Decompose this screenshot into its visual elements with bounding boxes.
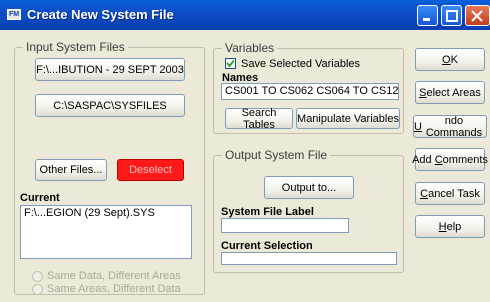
output-to-button[interactable]: Output to... bbox=[264, 176, 354, 199]
add-comments-button[interactable]: Add Comments bbox=[412, 148, 488, 171]
close-button[interactable] bbox=[465, 5, 490, 26]
select-areas-label-rest: elect Areas bbox=[426, 86, 481, 99]
app-icon: FM bbox=[7, 9, 21, 20]
same-data-radio bbox=[32, 271, 43, 282]
input-file-2-button[interactable]: C:\SASPAC\SYSFILES bbox=[35, 94, 185, 117]
current-label: Current bbox=[20, 192, 60, 204]
ok-hotkey: O bbox=[442, 53, 451, 66]
input-system-files-label: Input System Files bbox=[23, 40, 128, 54]
current-selection-label: Current Selection bbox=[221, 240, 313, 252]
manipulate-variables-button[interactable]: Manipulate Variables bbox=[296, 108, 400, 129]
variables-label: Variables bbox=[222, 41, 278, 55]
cancel-hotkey: C bbox=[420, 187, 429, 200]
maximize-icon bbox=[446, 10, 458, 22]
system-file-label-label: System File Label bbox=[221, 206, 314, 218]
help-label-rest: elp bbox=[446, 220, 462, 233]
add-comments-label-pre: Add bbox=[412, 153, 435, 166]
help-hotkey: H bbox=[438, 220, 447, 233]
system-file-label-input[interactable] bbox=[221, 218, 349, 233]
undo-commands-button[interactable]: Undo Commands bbox=[413, 114, 487, 139]
close-icon bbox=[471, 10, 483, 22]
minimize-icon bbox=[423, 18, 430, 21]
help-button[interactable]: Help bbox=[415, 215, 485, 238]
minimize-button[interactable] bbox=[417, 5, 438, 26]
input-file-1-button[interactable]: F:\...IBUTION - 29 SEPT 2003 bbox=[35, 58, 185, 81]
save-selected-checkbox[interactable] bbox=[225, 58, 236, 69]
undo-label-rest: ndo Commands bbox=[425, 114, 483, 139]
search-tables-button[interactable]: Search Tables bbox=[225, 107, 293, 131]
same-areas-radio bbox=[32, 284, 43, 295]
save-selected-label: Save Selected Variables bbox=[241, 58, 361, 70]
maximize-button[interactable] bbox=[441, 5, 462, 26]
select-areas-button[interactable]: Select Areas bbox=[415, 81, 485, 104]
checkmark-icon bbox=[226, 59, 235, 68]
same-areas-label: Same Areas, Different Data bbox=[47, 283, 181, 295]
current-file-listbox[interactable]: F:\...EGION (29 Sept).SYS bbox=[20, 205, 192, 259]
output-system-file-label: Output System File bbox=[222, 148, 331, 162]
other-files-button[interactable]: Other Files... bbox=[35, 159, 107, 181]
cancel-task-button[interactable]: Cancel Task bbox=[415, 182, 485, 205]
deselect-button[interactable]: Deselect bbox=[117, 159, 184, 181]
add-comments-hotkey: C bbox=[434, 153, 443, 166]
select-areas-hotkey: S bbox=[419, 86, 427, 99]
current-selection-input bbox=[221, 252, 397, 265]
ok-label-rest: K bbox=[450, 53, 458, 66]
current-file-item[interactable]: F:\...EGION (29 Sept).SYS bbox=[24, 207, 155, 219]
undo-hotkey: U bbox=[414, 120, 422, 133]
names-input[interactable]: CS001 TO CS062 CS064 TO CS126 bbox=[221, 83, 399, 100]
window-title: Create New System File bbox=[27, 7, 174, 22]
cancel-label-rest: ancel Task bbox=[428, 187, 480, 200]
title-bar: FM Create New System File bbox=[0, 0, 490, 30]
add-comments-label-rest: omments bbox=[442, 153, 488, 166]
ok-button[interactable]: OK bbox=[415, 48, 485, 71]
same-data-label: Same Data, Different Areas bbox=[47, 270, 181, 282]
